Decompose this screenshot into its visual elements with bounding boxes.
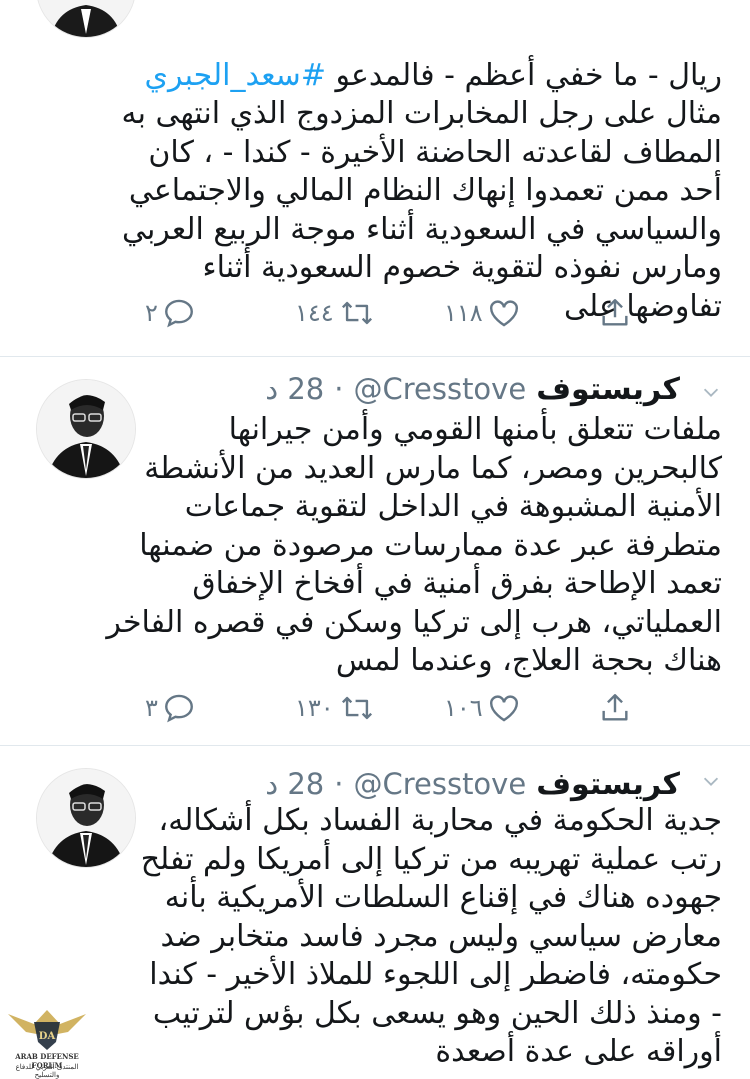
avatar[interactable] <box>36 768 136 868</box>
header-separator: · <box>334 372 344 406</box>
reply-button[interactable]: ٣ <box>145 691 196 725</box>
share-button[interactable] <box>598 296 632 330</box>
watermark-subtitle: المنتدى العربي للدفاع والتسليح <box>15 1063 79 1079</box>
reply-count: ٣ <box>145 694 158 722</box>
tweet-1[interactable]: ريال - ما خفي أعظم - فالمدعو #سعد_الجبري… <box>0 0 750 355</box>
tweet-timestamp[interactable]: 28 د <box>265 767 324 801</box>
author-name[interactable]: كريستوف <box>536 372 680 407</box>
tweet-actions: ٣ ١٣٠ ١٠٦ <box>0 691 750 731</box>
reply-icon <box>164 299 193 328</box>
tweet-actions: ٢ ١٤٤ ١١٨ <box>0 296 750 336</box>
author-handle[interactable]: @Cresstove <box>353 372 526 406</box>
share-icon <box>602 694 628 721</box>
header-separator: · <box>334 767 344 801</box>
like-button[interactable]: ١١٨ <box>444 296 521 330</box>
chevron-down-icon[interactable] <box>700 770 722 792</box>
tweet-text: ريال - ما خفي أعظم - فالمدعو #سعد_الجبري… <box>122 18 723 326</box>
author-name[interactable]: كريستوف <box>536 767 680 802</box>
hashtag-link[interactable]: #سعد_الجبري <box>145 58 326 93</box>
chevron-down-icon[interactable] <box>700 381 722 403</box>
like-count: ١٠٦ <box>444 694 483 722</box>
tweet-text-part: ريال - ما خفي أعظم - فالمدعو <box>325 57 722 93</box>
share-icon <box>602 299 628 326</box>
tweet-text: جدية الحكومة في محاربة الفساد بكل أشكاله… <box>140 803 722 1069</box>
reply-icon <box>164 694 193 723</box>
tweet-header: كريستوف @Cresstove · 28 د <box>265 369 680 409</box>
reply-count: ٢ <box>145 299 158 327</box>
watermark-initials: DA <box>39 1031 56 1042</box>
watermark-logo: DA ARAB DEFENSE FORUM المنتدى العربي للد… <box>4 1006 90 1079</box>
reply-button[interactable]: ٢ <box>145 296 196 330</box>
tweet-text: ملفات تتعلق بأمنها القومي وأمن جيرانها ك… <box>106 412 722 678</box>
retweet-button[interactable]: ١٤٤ <box>295 296 376 330</box>
tweet-timestamp[interactable]: 28 د <box>265 372 324 406</box>
tweet-header: كريستوف @Cresstove · 28 د <box>265 764 680 804</box>
share-button[interactable] <box>598 691 632 725</box>
retweet-count: ١٣٠ <box>295 694 334 722</box>
tweet-2[interactable]: كريستوف @Cresstove · 28 د ملفات تتعلق بأ… <box>0 357 750 745</box>
author-handle[interactable]: @Cresstove <box>353 767 526 801</box>
like-button[interactable]: ١٠٦ <box>444 691 521 725</box>
like-icon <box>489 300 518 327</box>
tweet-3[interactable]: كريستوف @Cresstove · 28 د جدية الحكومة ف… <box>0 746 750 1078</box>
shield-logo-icon: DA <box>8 1010 86 1050</box>
retweet-icon <box>341 301 372 325</box>
like-icon <box>489 695 518 722</box>
retweet-button[interactable]: ١٣٠ <box>295 691 376 725</box>
like-count: ١١٨ <box>444 299 483 327</box>
retweet-count: ١٤٤ <box>295 299 334 327</box>
tweet-text-part: مثال على رجل المخابرات المزدوج الذي انته… <box>121 96 723 324</box>
retweet-icon <box>341 696 372 720</box>
